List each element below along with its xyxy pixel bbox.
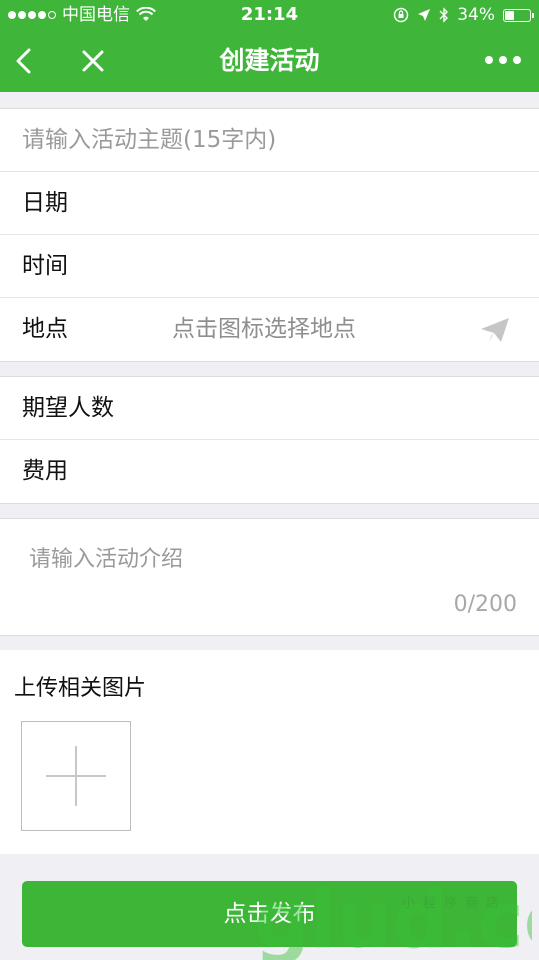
navigation-bar: 创建活动 xyxy=(0,30,539,92)
fee-field[interactable]: 费用 xyxy=(0,440,539,503)
participants-group: 期望人数 费用 xyxy=(0,376,539,504)
battery-icon xyxy=(503,8,534,22)
topic-input[interactable]: 请输入活动主题(15字内) xyxy=(0,109,539,172)
more-icon[interactable] xyxy=(485,56,521,64)
time-label: 时间 xyxy=(22,253,68,279)
expected-people-label: 期望人数 xyxy=(22,395,114,421)
rotation-lock-icon xyxy=(393,7,409,23)
location-label: 地点 xyxy=(22,316,68,342)
plus-icon-vertical xyxy=(75,746,77,806)
intro-group: 请输入活动介绍 0/200 xyxy=(0,518,539,636)
date-label: 日期 xyxy=(22,190,68,216)
time-field[interactable]: 时间 xyxy=(0,235,539,298)
bluetooth-icon xyxy=(439,7,449,23)
fee-label: 费用 xyxy=(22,458,68,484)
expected-people-field[interactable]: 期望人数 xyxy=(0,377,539,440)
add-image-button[interactable] xyxy=(21,721,131,831)
intro-placeholder: 请输入活动介绍 xyxy=(29,547,184,572)
topic-placeholder: 请输入活动主题(15字内) xyxy=(22,127,277,153)
upload-title: 上传相关图片 xyxy=(14,676,147,701)
location-arrow-icon xyxy=(418,9,431,21)
send-location-icon[interactable] xyxy=(479,316,511,344)
location-hint: 点击图标选择地点 xyxy=(172,316,356,342)
battery-level xyxy=(505,10,514,20)
page-title: 创建活动 xyxy=(219,46,320,75)
location-field[interactable]: 地点 点击图标选择地点 xyxy=(0,298,539,361)
battery-percent: 34% xyxy=(457,5,495,25)
intro-textarea[interactable]: 请输入活动介绍 0/200 xyxy=(0,519,539,635)
upload-section: 上传相关图片 xyxy=(0,650,539,854)
status-right: 34% xyxy=(393,0,534,30)
publish-button[interactable]: 点击发布 xyxy=(22,881,517,947)
status-bar: 中国电信 21:14 34% xyxy=(0,0,539,30)
basic-info-group: 请输入活动主题(15字内) 日期 时间 地点 点击图标选择地点 xyxy=(0,108,539,362)
top-bar: 中国电信 21:14 34% 创建活动 xyxy=(0,0,539,92)
intro-char-counter: 0/200 xyxy=(453,592,517,617)
date-field[interactable]: 日期 xyxy=(0,172,539,235)
